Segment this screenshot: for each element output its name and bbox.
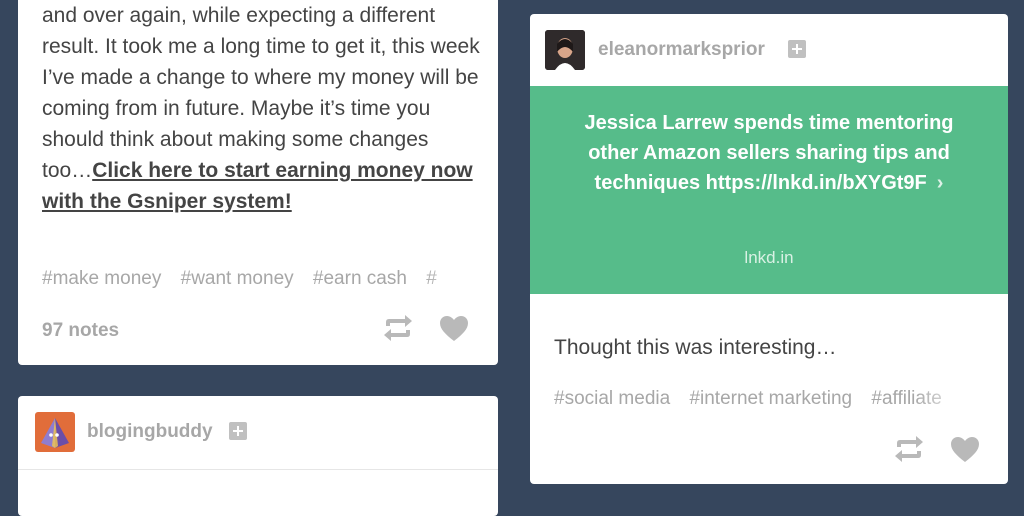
tag-make-money[interactable]: #make money xyxy=(42,268,161,289)
tag-truncated[interactable]: # xyxy=(426,268,437,289)
blogingbuddy-username[interactable]: blogingbuddy xyxy=(87,421,213,443)
card-header-divider xyxy=(18,469,498,470)
post-tags: #social media #internet marketing #affil… xyxy=(554,388,974,410)
reblog-icon[interactable] xyxy=(381,311,415,345)
reblog-icon[interactable] xyxy=(892,432,926,466)
tag-internet-marketing[interactable]: #internet marketing xyxy=(689,388,852,409)
pyramid-avatar[interactable] xyxy=(35,412,75,452)
link-preview-host: lnkd.in xyxy=(744,248,794,267)
post-tags: #make money #want money #earn cash # xyxy=(42,268,482,290)
chevron-right-icon: › xyxy=(936,172,944,194)
post-card-link: eleanormarksprior Jessica Larrew spends … xyxy=(530,14,1008,484)
plus-icon[interactable] xyxy=(229,422,247,440)
tag-social-media[interactable]: #social media xyxy=(554,388,670,409)
user-avatar[interactable] xyxy=(545,30,585,70)
post-card-blogingbuddy: blogingbuddy xyxy=(18,396,498,516)
earn-money-link[interactable]: Click here to start earning money now wi… xyxy=(42,159,473,213)
post-card-text: and over again, while expecting a differ… xyxy=(18,0,498,365)
post-caption: Thought this was interesting… xyxy=(554,336,837,359)
notes-count[interactable]: 97 notes xyxy=(42,320,119,342)
plus-icon[interactable] xyxy=(788,40,806,58)
link-preview-title[interactable]: Jessica Larrew spends time mentoring oth… xyxy=(570,108,968,198)
heart-icon[interactable] xyxy=(437,311,471,345)
tag-affiliate[interactable]: #affiliate xyxy=(871,388,941,409)
post-body: and over again, while expecting a differ… xyxy=(42,0,482,217)
tag-earn-cash[interactable]: #earn cash xyxy=(313,268,407,289)
link-preview-card[interactable]: Jessica Larrew spends time mentoring oth… xyxy=(530,86,1008,294)
link-preview-title-text: Jessica Larrew spends time mentoring oth… xyxy=(584,112,954,194)
eleanormarksprior-username[interactable]: eleanormarksprior xyxy=(598,39,765,61)
post-body-text: and over again, while expecting a differ… xyxy=(42,4,480,182)
tag-want-money[interactable]: #want money xyxy=(181,268,294,289)
heart-icon[interactable] xyxy=(948,432,982,466)
